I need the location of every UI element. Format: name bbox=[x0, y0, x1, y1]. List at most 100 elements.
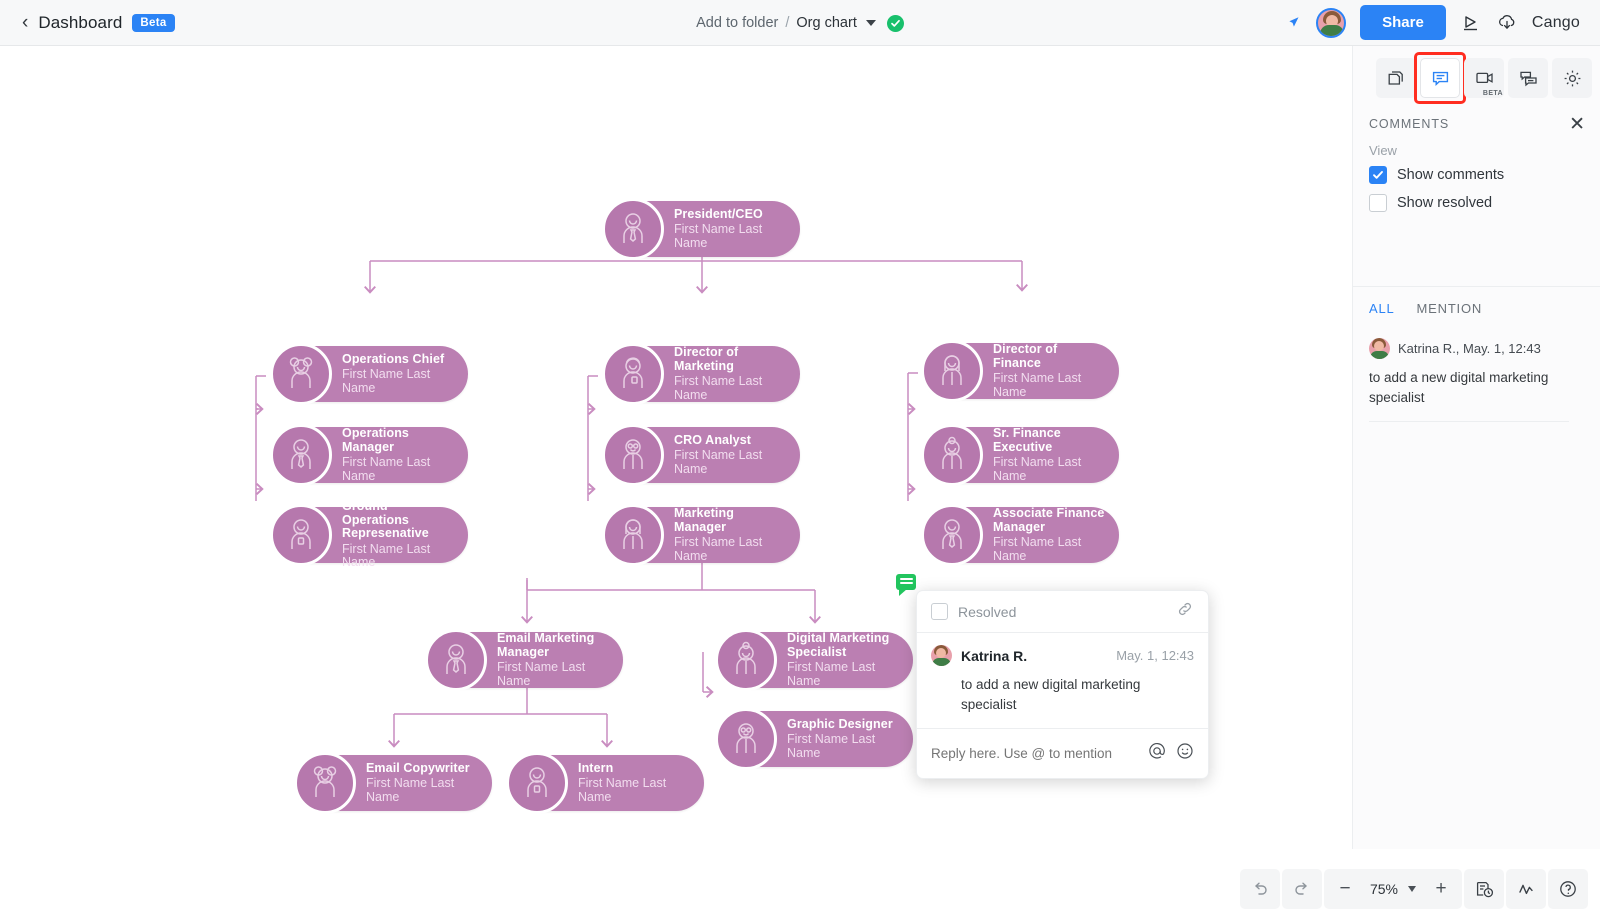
emoji-icon[interactable] bbox=[1176, 742, 1194, 765]
comments-panel-title: COMMENTS bbox=[1369, 117, 1449, 131]
org-node-name: First Name Last Name bbox=[578, 777, 690, 804]
show-resolved-label: Show resolved bbox=[1397, 195, 1492, 211]
show-resolved-checkbox[interactable] bbox=[1369, 194, 1387, 212]
share-button[interactable]: Share bbox=[1360, 5, 1446, 40]
comment-list-item[interactable]: Katrina R., May. 1, 12:43 to add a new d… bbox=[1369, 338, 1585, 422]
undo-button[interactable] bbox=[1240, 869, 1280, 909]
video-beta-label: BETA bbox=[1483, 90, 1503, 97]
comments-panel-header: COMMENTS ✕ bbox=[1353, 104, 1600, 144]
org-node-name: First Name Last Name bbox=[674, 449, 786, 476]
org-node-role: Graphic Designer bbox=[787, 718, 899, 732]
show-comments-checkbox[interactable] bbox=[1369, 166, 1387, 184]
org-node-name: First Name Last Name bbox=[674, 223, 786, 250]
cursor-pointer-icon[interactable] bbox=[1284, 14, 1302, 32]
pages-icon[interactable] bbox=[1376, 58, 1416, 98]
person-tie-avatar-icon bbox=[270, 424, 332, 486]
top-bar: ‹ Dashboard Beta Add to folder / Org cha… bbox=[0, 0, 1600, 46]
org-node-intern[interactable]: Intern First Name Last Name bbox=[508, 755, 704, 811]
org-node-role: Associate Finance Manager bbox=[993, 507, 1105, 534]
zoom-chevron-down-icon[interactable] bbox=[1408, 886, 1416, 892]
org-node-name: First Name Last Name bbox=[342, 456, 454, 483]
user-avatar[interactable] bbox=[1316, 8, 1346, 38]
person-long-hair-avatar-icon bbox=[602, 504, 664, 566]
zoom-out-button[interactable]: − bbox=[1328, 871, 1362, 907]
org-node-name: First Name Last Name bbox=[993, 536, 1105, 563]
zoom-value[interactable]: 75% bbox=[1364, 881, 1404, 897]
comment-date: May. 1, 12:43 bbox=[1116, 648, 1194, 663]
org-node-role: Marketing Manager bbox=[674, 507, 786, 534]
comment-popup[interactable]: Resolved Katrina R. May. 1, 12:43 to add… bbox=[916, 590, 1209, 779]
org-node-name: First Name Last Name bbox=[497, 661, 609, 688]
person-buns-avatar-icon bbox=[294, 752, 356, 814]
reply-input[interactable] bbox=[931, 746, 1138, 761]
gear-icon[interactable] bbox=[1552, 58, 1592, 98]
org-node-name: First Name Last Name bbox=[342, 543, 454, 570]
back-chevron-icon[interactable]: ‹ bbox=[22, 13, 28, 32]
comment-text: to add a new digital marketing specialis… bbox=[961, 675, 1194, 714]
mention-icon[interactable] bbox=[1148, 742, 1166, 765]
resolved-label: Resolved bbox=[958, 604, 1016, 620]
person-badge-avatar-icon bbox=[506, 752, 568, 814]
org-node-digital-marketing-specialist[interactable]: Digital Marketing Specialist First Name … bbox=[717, 632, 913, 688]
chat-icon[interactable] bbox=[1508, 58, 1548, 98]
org-node-director-of-finance[interactable]: Director of Finance First Name Last Name bbox=[923, 343, 1119, 399]
org-node-email-copywriter[interactable]: Email Copywriter First Name Last Name bbox=[296, 755, 492, 811]
add-to-folder-link[interactable]: Add to folder bbox=[696, 15, 778, 31]
person-glasses-avatar-icon bbox=[715, 708, 777, 770]
org-node-ground-operations[interactable]: Ground Operations Represenative First Na… bbox=[272, 507, 468, 563]
org-node-associate-finance-manager[interactable]: Associate Finance Manager First Name Las… bbox=[923, 507, 1119, 563]
org-node-cro-analyst[interactable]: CRO Analyst First Name Last Name bbox=[604, 427, 800, 483]
org-node-director-of-marketing[interactable]: Director of Marketing First Name Last Na… bbox=[604, 346, 800, 402]
copy-link-icon[interactable] bbox=[1176, 600, 1194, 623]
person-long-hair-avatar-icon bbox=[921, 340, 983, 402]
org-node-operations-chief[interactable]: Operations Chief First Name Last Name bbox=[272, 346, 468, 402]
beta-badge: Beta bbox=[132, 14, 174, 32]
comment-author-avatar bbox=[1369, 338, 1390, 359]
show-comments-row[interactable]: Show comments bbox=[1369, 166, 1504, 184]
org-node-name: First Name Last Name bbox=[674, 536, 786, 563]
tab-all[interactable]: ALL bbox=[1369, 301, 1395, 321]
close-icon[interactable]: ✕ bbox=[1569, 115, 1585, 134]
person-bun-avatar-icon bbox=[921, 424, 983, 486]
video-icon[interactable]: BETA bbox=[1464, 58, 1504, 98]
tab-mention[interactable]: MENTION bbox=[1417, 301, 1483, 321]
comment-marker-icon[interactable] bbox=[896, 574, 916, 590]
present-icon[interactable] bbox=[1460, 12, 1482, 34]
org-node-graphic-designer[interactable]: Graphic Designer First Name Last Name bbox=[717, 711, 913, 767]
zoom-control: − 75% + bbox=[1324, 869, 1462, 909]
comments-tabs: ALL MENTION bbox=[1369, 301, 1482, 321]
show-resolved-row[interactable]: Show resolved bbox=[1369, 194, 1492, 212]
org-node-role: Operations Manager bbox=[342, 427, 454, 454]
org-node-marketing-manager[interactable]: Marketing Manager First Name Last Name bbox=[604, 507, 800, 563]
account-name[interactable]: Cango bbox=[1532, 14, 1580, 32]
version-history-button[interactable] bbox=[1464, 869, 1504, 909]
chevron-down-icon[interactable] bbox=[866, 20, 876, 26]
top-bar-actions: Share Cango bbox=[1284, 5, 1580, 40]
org-node-role: Sr. Finance Executive bbox=[993, 427, 1105, 454]
org-node-role: Email Copywriter bbox=[366, 762, 478, 776]
zoom-in-button[interactable]: + bbox=[1424, 871, 1458, 907]
resolved-checkbox[interactable] bbox=[931, 603, 948, 620]
org-node-role: Director of Finance bbox=[993, 343, 1105, 370]
person-tie-avatar-icon bbox=[425, 629, 487, 691]
dashboard-link[interactable]: Dashboard bbox=[38, 13, 122, 33]
org-node-email-marketing-manager[interactable]: Email Marketing Manager First Name Last … bbox=[427, 632, 623, 688]
comment-meta: Katrina R., May. 1, 12:43 bbox=[1398, 341, 1541, 356]
document-name[interactable]: Org chart bbox=[796, 15, 856, 31]
org-node-role: Director of Marketing bbox=[674, 346, 786, 373]
org-node-ceo[interactable]: President/CEO First Name Last Name bbox=[604, 201, 800, 257]
org-node-role: Intern bbox=[578, 762, 690, 776]
download-cloud-icon[interactable] bbox=[1496, 12, 1518, 34]
org-node-name: First Name Last Name bbox=[342, 368, 454, 395]
org-node-operations-manager[interactable]: Operations Manager First Name Last Name bbox=[272, 427, 468, 483]
org-node-sr-finance-executive[interactable]: Sr. Finance Executive First Name Last Na… bbox=[923, 427, 1119, 483]
redo-button[interactable] bbox=[1282, 869, 1322, 909]
person-tie-avatar-icon bbox=[602, 198, 664, 260]
canvas[interactable]: President/CEO First Name Last Name Opera… bbox=[0, 46, 1320, 923]
org-node-role: Email Marketing Manager bbox=[497, 632, 609, 659]
activity-button[interactable] bbox=[1506, 869, 1546, 909]
help-button[interactable] bbox=[1548, 869, 1588, 909]
view-label: View bbox=[1369, 143, 1397, 158]
comment-icon[interactable] bbox=[1420, 58, 1460, 98]
panel-divider bbox=[1353, 286, 1600, 287]
